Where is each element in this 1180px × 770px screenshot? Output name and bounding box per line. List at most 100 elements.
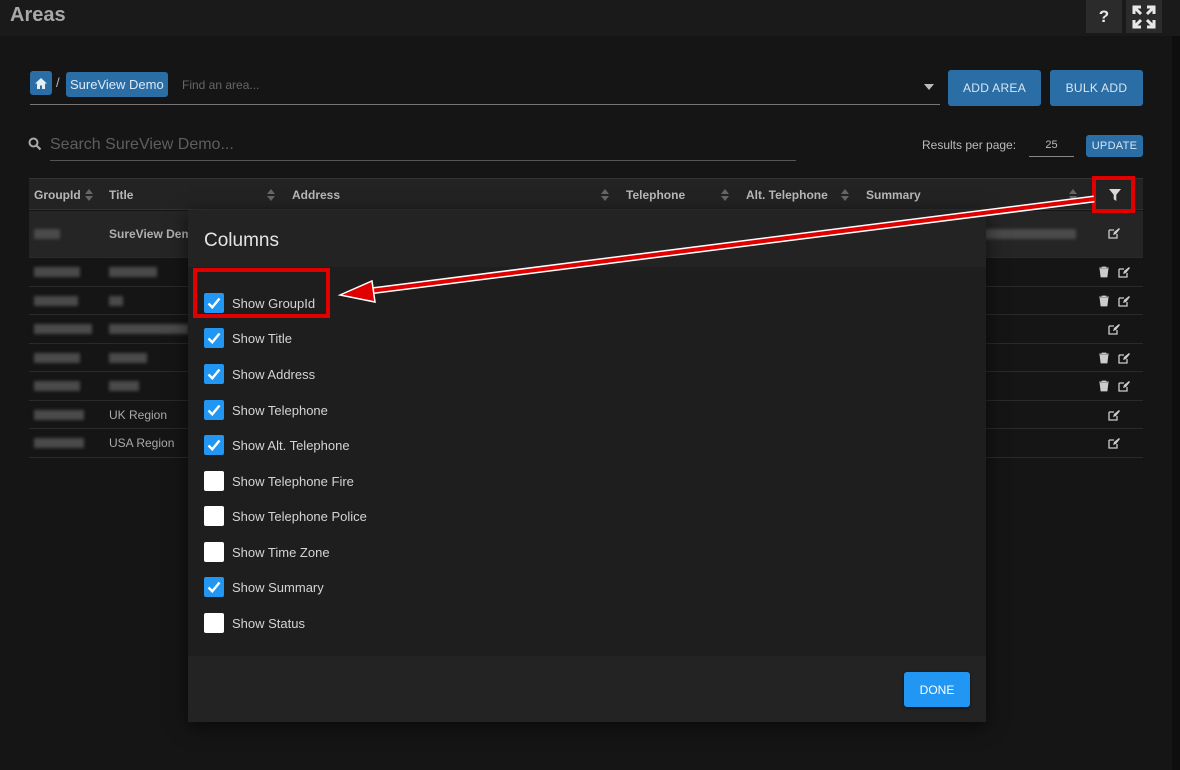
redacted-value	[34, 381, 80, 391]
dialog-title: Columns	[204, 230, 279, 251]
sort-icon[interactable]	[721, 189, 729, 201]
column-option[interactable]: Show Status	[204, 613, 305, 633]
redacted-value	[34, 229, 60, 239]
redacted-value	[109, 324, 189, 334]
bulk-add-button[interactable]: BULK ADD	[1050, 70, 1143, 106]
breadcrumb-current[interactable]: SureView Demo	[66, 72, 168, 97]
edit-icon[interactable]	[1108, 437, 1120, 449]
edit-icon[interactable]	[1118, 295, 1130, 307]
scrollbar-track[interactable]	[1172, 36, 1180, 770]
update-button[interactable]: UPDATE	[1086, 135, 1143, 157]
edit-icon[interactable]	[1108, 227, 1120, 239]
sort-icon[interactable]	[601, 189, 609, 201]
trash-icon[interactable]	[1098, 295, 1110, 307]
redacted-value	[109, 296, 123, 306]
dialog-body	[188, 267, 986, 656]
checkbox-unchecked[interactable]	[204, 613, 224, 633]
area-search-input[interactable]: Find an area...	[182, 78, 259, 92]
edit-icon[interactable]	[1118, 352, 1130, 364]
fullscreen-button[interactable]	[1126, 0, 1162, 33]
column-option[interactable]: Show Summary	[204, 577, 324, 597]
expand-icon	[1132, 5, 1156, 28]
results-per-page-underline	[1029, 156, 1074, 157]
checkbox-unchecked[interactable]	[204, 506, 224, 526]
redacted-value	[109, 381, 139, 391]
done-button[interactable]: DONE	[904, 672, 970, 707]
column-header-telephone[interactable]: Telephone	[626, 188, 685, 202]
column-option[interactable]: Show Telephone Police	[204, 506, 367, 526]
checkbox-checked[interactable]	[204, 400, 224, 420]
sort-icon[interactable]	[1069, 189, 1077, 201]
redacted-value	[34, 324, 92, 334]
home-icon	[35, 77, 47, 89]
checkbox-unchecked[interactable]	[204, 542, 224, 562]
table-header: GroupId Title Address Telephone Alt. Tel…	[29, 178, 1143, 210]
redacted-value	[34, 267, 80, 277]
column-option-label: Show Status	[232, 615, 305, 631]
row-title: USA Region	[109, 436, 175, 450]
redacted-value	[34, 438, 84, 448]
column-option[interactable]: Show Title	[204, 328, 292, 348]
chevron-down-icon[interactable]	[924, 84, 934, 90]
search-input[interactable]: Search SureView Demo...	[50, 136, 234, 154]
check-icon	[207, 368, 221, 380]
checkbox-unchecked[interactable]	[204, 471, 224, 491]
column-header-summary[interactable]: Summary	[866, 188, 921, 202]
column-option-label: Show Time Zone	[232, 544, 330, 560]
column-option[interactable]: Show Time Zone	[204, 542, 330, 562]
breadcrumb-separator: /	[56, 75, 60, 90]
column-option[interactable]: Show Alt. Telephone	[204, 435, 350, 455]
column-header-groupid[interactable]: GroupId	[34, 188, 81, 202]
redacted-value	[34, 410, 84, 420]
column-option-label: Show Telephone Fire	[232, 473, 354, 489]
add-area-button[interactable]: ADD AREA	[948, 70, 1041, 106]
search-icon	[28, 137, 42, 151]
row-title: UK Region	[109, 408, 168, 422]
search-underline	[50, 160, 796, 161]
results-per-page-label: Results per page:	[922, 138, 1017, 152]
checkbox-checked[interactable]	[204, 328, 224, 348]
edit-icon[interactable]	[1118, 380, 1130, 392]
redacted-value	[34, 353, 80, 363]
row-title: SureView Dem	[109, 227, 193, 241]
area-search-underline	[30, 104, 940, 105]
trash-icon[interactable]	[1098, 352, 1110, 364]
edit-icon[interactable]	[1118, 266, 1130, 278]
annotation-highlight-groupid	[193, 268, 330, 318]
results-per-page-input[interactable]: 25	[1029, 139, 1074, 151]
column-header-title[interactable]: Title	[109, 188, 133, 202]
checkbox-checked[interactable]	[204, 577, 224, 597]
page-title: Areas	[10, 4, 66, 26]
checkbox-checked[interactable]	[204, 364, 224, 384]
column-option-label: Show Summary	[232, 579, 324, 595]
column-header-address[interactable]: Address	[292, 188, 340, 202]
column-option-label: Show Telephone Police	[232, 508, 367, 524]
column-option-label: Show Alt. Telephone	[232, 437, 350, 453]
edit-icon[interactable]	[1108, 323, 1120, 335]
home-button[interactable]	[30, 71, 52, 95]
redacted-value	[109, 353, 147, 363]
trash-icon[interactable]	[1098, 266, 1110, 278]
edit-icon[interactable]	[1108, 409, 1120, 421]
sort-icon[interactable]	[267, 189, 275, 201]
check-icon	[207, 332, 221, 344]
redacted-value	[109, 267, 157, 277]
help-button[interactable]: ?	[1086, 0, 1122, 33]
redacted-value	[984, 229, 1076, 239]
top-bar: Areas ?	[0, 0, 1180, 36]
column-header-alt-telephone[interactable]: Alt. Telephone	[746, 188, 828, 202]
column-option[interactable]: Show Address	[204, 364, 315, 384]
column-option[interactable]: Show Telephone	[204, 400, 328, 420]
column-option-label: Show Address	[232, 366, 316, 382]
check-icon	[207, 439, 221, 451]
column-option-label: Show Title	[232, 330, 292, 346]
checkbox-checked[interactable]	[204, 435, 224, 455]
column-option[interactable]: Show Telephone Fire	[204, 471, 354, 491]
annotation-highlight-filter	[1092, 176, 1135, 213]
sort-icon[interactable]	[85, 189, 93, 201]
sort-icon[interactable]	[841, 189, 849, 201]
trash-icon[interactable]	[1098, 380, 1110, 392]
check-icon	[207, 581, 221, 593]
column-option-label: Show Telephone	[232, 402, 328, 418]
redacted-value	[34, 296, 78, 306]
